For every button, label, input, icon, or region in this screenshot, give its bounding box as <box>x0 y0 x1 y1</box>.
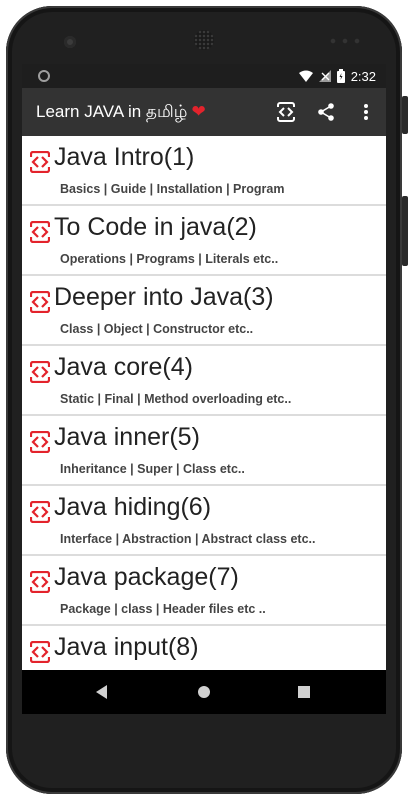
signal-icon <box>318 70 331 82</box>
item-subtitle: Operations | Programs | Literals etc.. <box>60 252 279 266</box>
notification-dot-icon <box>38 70 50 82</box>
code-icon <box>30 641 50 663</box>
item-title: Java input(8) <box>54 633 199 661</box>
app-bar-actions <box>266 88 386 136</box>
list-item[interactable]: Java inner(5) Inheritance | Super | Clas… <box>22 416 386 486</box>
recents-icon <box>298 686 310 698</box>
item-title: Java hiding(6) <box>54 493 212 521</box>
item-subtitle: Basics | Guide | Installation | Program <box>60 182 285 196</box>
status-bar: 2:32 <box>22 64 386 88</box>
volume-button <box>402 96 408 134</box>
list-item[interactable]: Java package(7) Package | class | Header… <box>22 556 386 626</box>
item-subtitle: Class | Object | Constructor etc.. <box>60 322 254 336</box>
item-title: Java inner(5) <box>54 423 200 451</box>
code-icon <box>30 221 50 243</box>
back-button[interactable] <box>92 682 112 702</box>
wifi-icon <box>298 70 313 82</box>
home-icon <box>198 686 210 698</box>
list-item[interactable]: Java Intro(1) Basics | Guide | Installat… <box>22 136 386 206</box>
share-icon <box>318 103 334 121</box>
phone-frame: 2:32 Learn JAVA in தமிழ் ❤ Java Intro(1)… <box>0 0 408 800</box>
app-bar: Learn JAVA in தமிழ் ❤ <box>22 88 386 136</box>
proximity-sensor <box>327 38 361 44</box>
item-subtitle: Package | class | Header files etc .. <box>60 602 266 616</box>
screen: 2:32 Learn JAVA in தமிழ் ❤ Java Intro(1)… <box>22 64 386 714</box>
code-icon <box>30 571 50 593</box>
status-time: 2:32 <box>350 68 376 84</box>
code-icon <box>30 431 50 453</box>
item-subtitle: Static | Final | Method overloading etc.… <box>60 392 292 406</box>
power-button <box>402 196 408 266</box>
code-icon <box>30 151 50 173</box>
navigation-bar <box>22 670 386 714</box>
item-title: Deeper into Java(3) <box>54 283 274 311</box>
item-subtitle: Interface | Abstraction | Abstract class… <box>60 532 316 546</box>
share-button[interactable] <box>306 88 346 136</box>
heart-icon: ❤ <box>191 102 206 121</box>
front-camera <box>64 36 76 48</box>
home-button[interactable] <box>194 682 214 702</box>
app-title-text: Learn JAVA in தமிழ் <box>36 102 188 121</box>
earpiece-speaker <box>194 30 214 50</box>
item-title: Java package(7) <box>54 563 239 591</box>
item-subtitle: Inheritance | Super | Class etc.. <box>60 462 245 476</box>
list-item[interactable]: Java hiding(6) Interface | Abstraction |… <box>22 486 386 556</box>
overflow-menu-button[interactable] <box>346 88 386 136</box>
code-view-icon <box>277 102 295 122</box>
app-title: Learn JAVA in தமிழ் ❤ <box>36 88 206 136</box>
code-icon <box>30 501 50 523</box>
battery-icon <box>336 69 345 83</box>
recents-button[interactable] <box>294 682 314 702</box>
more-vert-icon <box>364 104 368 120</box>
list-item[interactable]: To Code in java(2) Operations | Programs… <box>22 206 386 276</box>
code-view-button[interactable] <box>266 88 306 136</box>
code-icon <box>30 361 50 383</box>
status-icons: 2:32 <box>298 64 376 88</box>
item-title: Java Intro(1) <box>54 143 195 171</box>
back-icon <box>96 685 107 699</box>
chapter-list: Java Intro(1) Basics | Guide | Installat… <box>22 136 386 670</box>
item-title: To Code in java(2) <box>54 213 257 241</box>
list-item[interactable]: Java core(4) Static | Final | Method ove… <box>22 346 386 416</box>
item-title: Java core(4) <box>54 353 193 381</box>
list-item[interactable]: Java input(8) <box>22 626 386 670</box>
code-icon <box>30 291 50 313</box>
list-item[interactable]: Deeper into Java(3) Class | Object | Con… <box>22 276 386 346</box>
